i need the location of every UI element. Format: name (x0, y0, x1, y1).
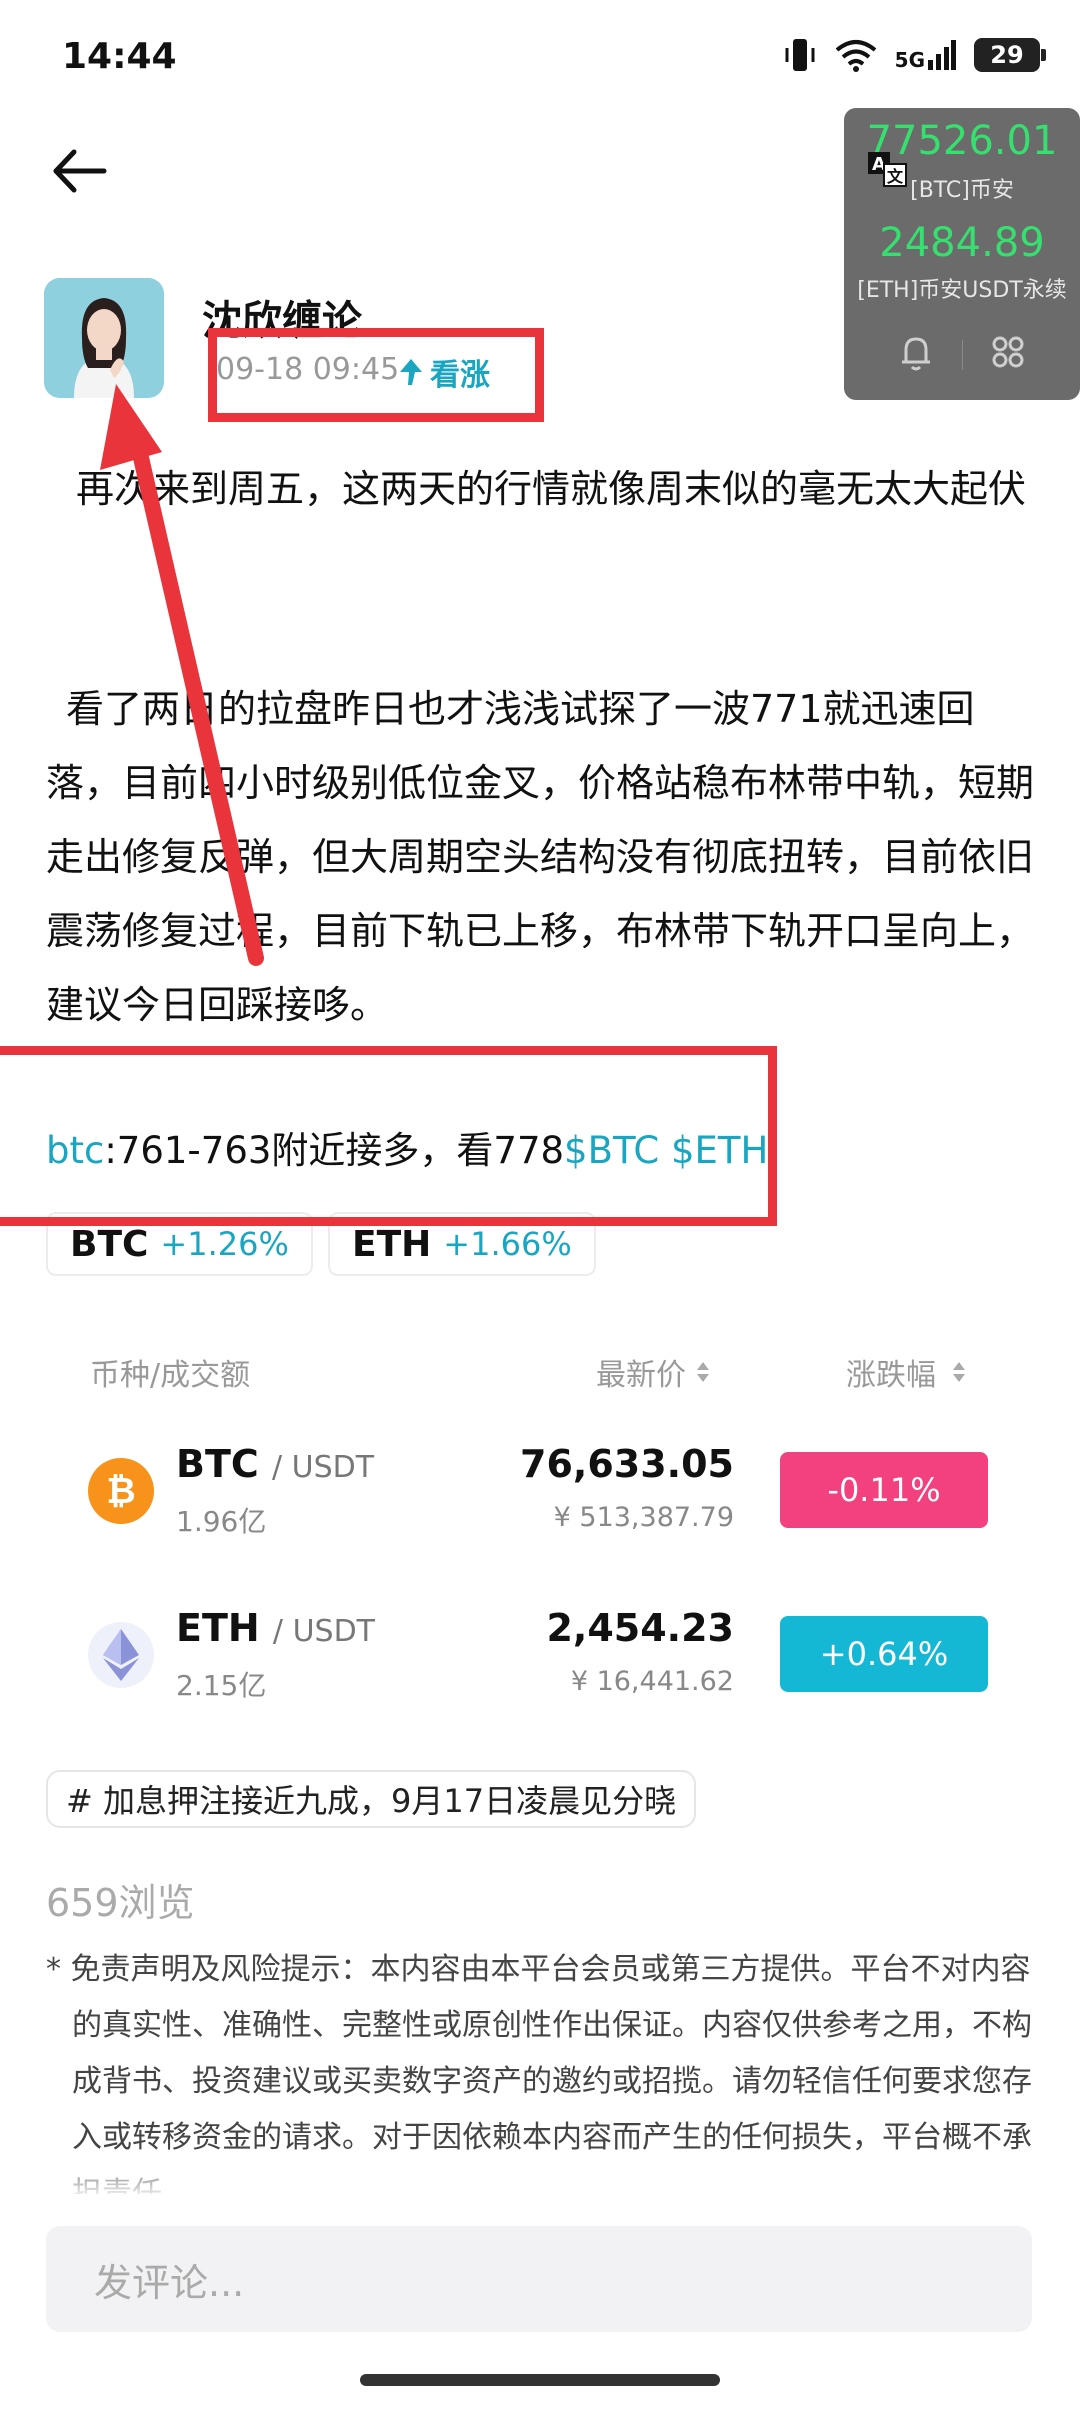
coin-price-cny: ¥ 16,441.62 (570, 1666, 734, 1697)
view-count: 659浏览 (46, 1881, 195, 1925)
coin-price: 76,633.05 (520, 1442, 734, 1486)
coin-volume: 1.96亿 (176, 1505, 267, 1538)
btc-coin-icon: ₿ (88, 1458, 154, 1524)
market-row-eth[interactable]: ETH / USDT 2.15亿 2,454.23 ¥ 16,441.62 +0… (0, 1600, 1080, 1720)
col-header-price-label: 最新价 (596, 1358, 686, 1393)
chip-change: +1.66% (443, 1225, 572, 1263)
coin-volume: 2.15亿 (176, 1669, 267, 1702)
chip-symbol: ETH (352, 1223, 432, 1265)
coin-base: ETH (176, 1606, 260, 1650)
col-header-change[interactable]: 涨跌幅 (846, 1350, 966, 1394)
sort-icon (697, 1362, 709, 1382)
change-badge[interactable]: +0.64% (780, 1616, 988, 1692)
disclaimer-fade (0, 2150, 1080, 2200)
chip-symbol: BTC (70, 1223, 149, 1265)
col-header-price[interactable]: 最新价 (596, 1350, 710, 1394)
col-header-pair: 币种/成交额 (90, 1358, 251, 1393)
sort-icon (953, 1362, 965, 1382)
coin-price: 2,454.23 (546, 1606, 734, 1650)
market-row-btc[interactable]: ₿ BTC / USDT 1.96亿 76,633.05 ¥ 513,387.7… (0, 1436, 1080, 1556)
chip-change: +1.26% (160, 1225, 289, 1263)
coin-base: BTC (176, 1442, 259, 1486)
change-badge[interactable]: -0.11% (780, 1452, 988, 1528)
col-header-change-label: 涨跌幅 (846, 1358, 936, 1393)
annotation-arrow (100, 384, 264, 966)
home-indicator[interactable] (360, 2374, 720, 2386)
eth-coin-icon (88, 1622, 154, 1688)
coin-price-cny: ¥ 513,387.79 (553, 1502, 734, 1533)
topic-tag[interactable]: # 加息押注接近九成，9月17日凌晨见分晓 (46, 1770, 697, 1828)
comment-input[interactable]: 发评论... (46, 2226, 1032, 2332)
